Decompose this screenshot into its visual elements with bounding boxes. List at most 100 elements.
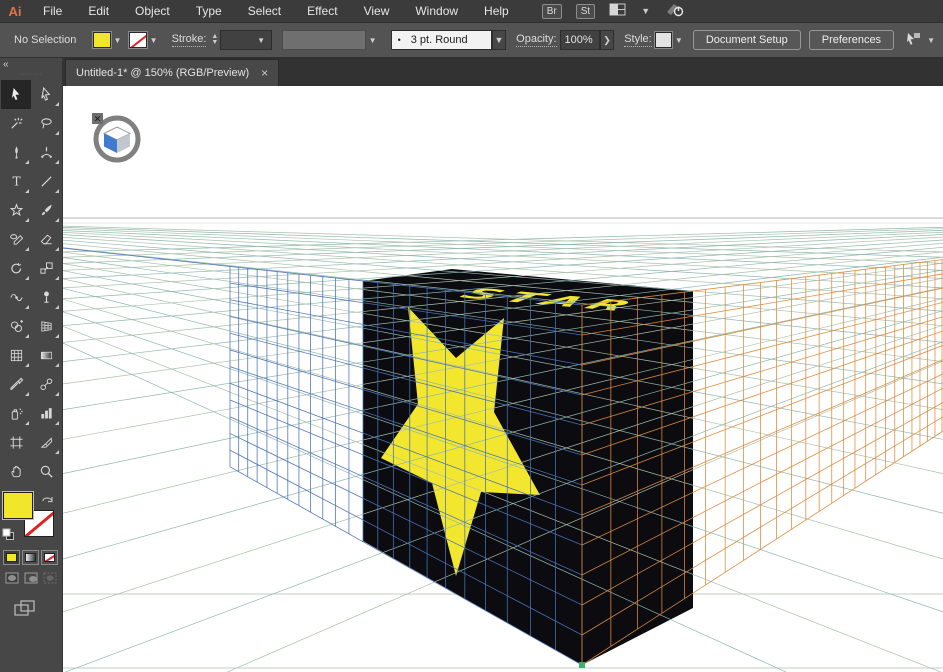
stroke-weight-dropdown[interactable]: ▼ xyxy=(220,30,272,50)
gradient-icon xyxy=(39,348,54,363)
chevron-down-icon[interactable]: ▼ xyxy=(927,36,935,45)
zoom-tool[interactable] xyxy=(31,457,61,486)
chevron-down-icon[interactable]: ▼ xyxy=(369,36,377,45)
shape-builder-tool[interactable] xyxy=(1,312,31,341)
line-segment-tool[interactable] xyxy=(31,167,61,196)
select-similar-icon[interactable] xyxy=(904,31,924,50)
rotate-tool[interactable] xyxy=(1,254,31,283)
scale-icon xyxy=(39,261,54,276)
preferences-button[interactable]: Preferences xyxy=(809,30,894,50)
column-graph-tool[interactable] xyxy=(31,399,61,428)
chevron-down-icon[interactable]: ▼ xyxy=(150,36,158,45)
bridge-button[interactable]: Br xyxy=(542,4,562,19)
shaper-tool[interactable] xyxy=(1,225,31,254)
lasso-tool[interactable] xyxy=(31,109,61,138)
menu-effect[interactable]: Effect xyxy=(294,0,350,22)
panel-grip[interactable]: ∙∙∙∙∙∙∙∙ xyxy=(0,71,62,80)
selection-status: No Selection xyxy=(14,34,76,46)
stock-button[interactable]: St xyxy=(576,4,595,19)
eyedropper-icon xyxy=(9,377,24,392)
pen-tool[interactable] xyxy=(1,138,31,167)
chevron-down-icon[interactable]: ▼ xyxy=(675,36,683,45)
tab-close-icon[interactable]: × xyxy=(261,68,268,78)
swap-fill-stroke-icon[interactable] xyxy=(41,492,56,510)
draw-normal-icon[interactable] xyxy=(4,571,20,590)
slice-tool[interactable] xyxy=(31,428,61,457)
style-swatch[interactable] xyxy=(655,32,672,48)
fill-color-swatch[interactable] xyxy=(93,32,110,48)
gradient-tool[interactable] xyxy=(31,341,61,370)
plane-switcher-widget[interactable]: × xyxy=(92,113,138,160)
control-bar: No Selection ▼ ▼ Stroke: ▲▼ ▼ ▼ • 3 pt. … xyxy=(0,22,943,58)
document-tab[interactable]: Untitled-1* @ 150% (RGB/Preview) × xyxy=(65,59,279,86)
mesh-tool[interactable] xyxy=(1,341,31,370)
blend-icon xyxy=(39,377,54,392)
menu-object[interactable]: Object xyxy=(122,0,183,22)
width-tool[interactable] xyxy=(1,283,31,312)
artboard-icon xyxy=(9,435,24,450)
chevron-down-icon[interactable]: ▼ xyxy=(114,36,122,45)
menu-view[interactable]: View xyxy=(351,0,403,22)
brush-definition-dropdown[interactable]: • 3 pt. Round xyxy=(391,30,492,50)
shape-builder-icon xyxy=(9,319,24,334)
selection-tool[interactable] xyxy=(1,80,31,109)
screen-mode-icon xyxy=(14,600,36,617)
artboard-area[interactable]: STAR× xyxy=(63,86,943,672)
menu-type[interactable]: Type xyxy=(183,0,235,22)
blend-tool[interactable] xyxy=(31,370,61,399)
direct-selection-icon xyxy=(39,87,54,102)
menu-window[interactable]: Window xyxy=(402,0,471,22)
menu-select[interactable]: Select xyxy=(235,0,294,22)
paintbrush-tool[interactable] xyxy=(31,196,61,225)
direct-selection-tool[interactable] xyxy=(31,80,61,109)
opacity-field[interactable]: 100% xyxy=(560,30,600,50)
widget-close-icon[interactable]: × xyxy=(94,115,102,125)
menu-bar: Ai File Edit Object Type Select Effect V… xyxy=(0,0,943,22)
type-tool[interactable]: T xyxy=(1,167,31,196)
shaper-icon xyxy=(9,232,24,247)
document-canvas[interactable]: STAR× xyxy=(63,86,943,672)
artboard-tool[interactable] xyxy=(1,428,31,457)
hand-tool[interactable] xyxy=(1,457,31,486)
draw-inside-icon[interactable] xyxy=(42,571,58,590)
stroke-color-swatch[interactable] xyxy=(129,32,146,48)
screen-mode-button[interactable] xyxy=(0,590,62,622)
grid-origin-anchor[interactable] xyxy=(579,662,585,668)
tools-panel: « ∙∙∙∙∙∙∙∙ T xyxy=(0,58,63,672)
style-label[interactable]: Style: xyxy=(624,33,652,47)
arrange-documents-icon[interactable] xyxy=(609,3,627,19)
collapse-panel-button[interactable]: « xyxy=(0,58,62,71)
menu-help[interactable]: Help xyxy=(471,0,522,22)
chevron-down-icon[interactable]: ▼ xyxy=(641,6,650,16)
magic-wand-tool[interactable] xyxy=(1,109,31,138)
document-setup-button[interactable]: Document Setup xyxy=(693,30,801,50)
symbol-sprayer-tool[interactable] xyxy=(1,399,31,428)
perspective-grid-tool[interactable] xyxy=(31,312,61,341)
app-logo: Ai xyxy=(0,4,30,19)
eyedropper-tool[interactable] xyxy=(1,370,31,399)
draw-behind-icon[interactable] xyxy=(23,571,39,590)
fill-indicator[interactable] xyxy=(3,492,33,519)
star-shape-tool[interactable] xyxy=(1,196,31,225)
scale-tool[interactable] xyxy=(31,254,61,283)
gradient-mode-button[interactable] xyxy=(22,550,39,565)
gpu-performance-icon[interactable] xyxy=(664,2,686,21)
magnifier-icon xyxy=(39,464,54,479)
eraser-tool[interactable] xyxy=(31,225,61,254)
default-fill-stroke-icon[interactable] xyxy=(2,528,15,546)
stroke-weight-label[interactable]: Stroke: xyxy=(172,33,207,47)
chevron-down-icon[interactable]: ▼ xyxy=(492,30,506,50)
color-mode-button[interactable] xyxy=(3,550,20,565)
symbol-sprayer-icon xyxy=(9,406,24,421)
menu-file[interactable]: File xyxy=(30,0,75,22)
menu-edit[interactable]: Edit xyxy=(75,0,122,22)
opacity-panel-arrow[interactable]: ❯ xyxy=(600,30,614,50)
width-profile-dropdown[interactable] xyxy=(282,30,366,50)
curvature-tool[interactable] xyxy=(31,138,61,167)
selection-arrow-icon xyxy=(9,87,24,102)
document-tab-title: Untitled-1* @ 150% (RGB/Preview) xyxy=(76,67,249,79)
none-mode-button[interactable] xyxy=(41,550,58,565)
puppet-warp-tool[interactable] xyxy=(31,283,61,312)
opacity-label[interactable]: Opacity: xyxy=(516,33,556,47)
stroke-weight-stepper[interactable]: ▲▼ xyxy=(211,34,218,46)
